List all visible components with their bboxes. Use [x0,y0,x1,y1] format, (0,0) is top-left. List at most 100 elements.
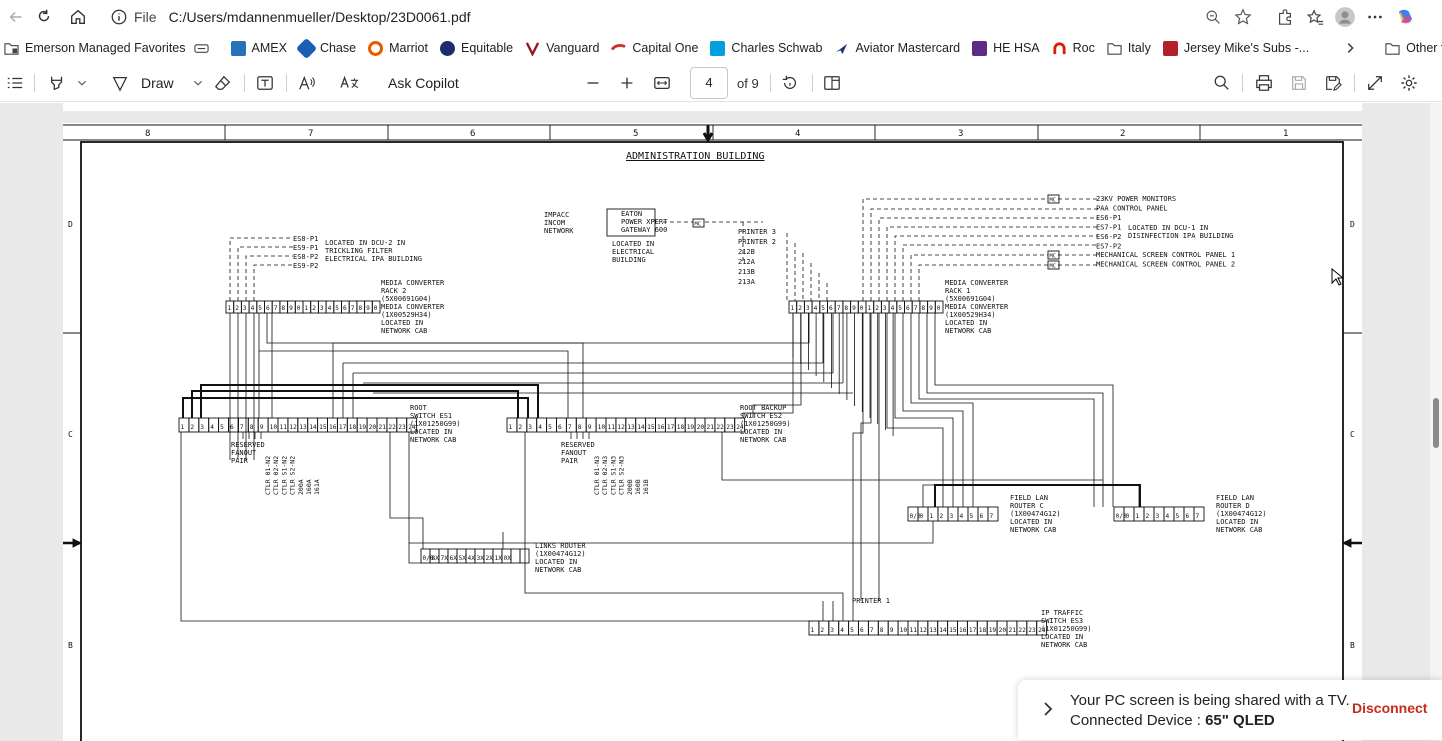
root-backup-label: NETWORK CAB [740,436,786,444]
connected-device: 65" QLED [1205,712,1275,729]
favorite-marriot[interactable]: Marriot [362,36,434,60]
pdf-viewer[interactable]: 87654321 DDCCBB ADMINISTRATION BUILDING … [0,103,1442,741]
copilot-icon[interactable] [1390,4,1420,30]
draw-button[interactable]: Draw [111,71,204,95]
read-aloud-icon [299,75,315,90]
es1-strip-num: 16 [329,424,337,431]
mc-tag-label: MC [1050,263,1056,269]
vertical-scrollbar[interactable] [1430,103,1442,741]
es3-strip-num: 2 [820,627,824,634]
settings-button[interactable] [1400,71,1418,95]
column-labels: 8 7 6 5 4 3 2 1 [145,129,1288,139]
favorite-schwab[interactable]: Charles Schwab [704,36,828,60]
print-button[interactable] [1255,71,1273,95]
read-aloud-button[interactable] [298,71,316,95]
scrollbar-thumb[interactable] [1433,398,1439,448]
schwab-icon [710,40,726,56]
url-field[interactable]: File C:/Users/mdannenmueller/Desktop/23D… [102,4,1260,30]
favorite-hsa[interactable]: HE HSA [966,36,1046,60]
es1-strip-num: 21 [379,424,387,431]
column-ticks [224,125,1201,140]
es6-note: LOCATED IN DCU-1 IN [1128,224,1208,232]
es3-strip-num: 10 [900,627,908,634]
browser-actions [1270,4,1420,30]
contents-button[interactable] [6,71,24,95]
save-button[interactable] [1290,71,1308,95]
notification-line2: Connected Device : [1070,712,1206,729]
contents-list-icon [7,77,23,89]
favorite-vanguard[interactable]: Vanguard [519,36,605,60]
root-backup-label: SWITCH ES2 [740,412,782,420]
more-menu-icon[interactable] [1360,4,1390,30]
page-number-input[interactable]: 4 [690,67,728,99]
es3-strip-num: 1 [811,627,815,634]
other-favorites[interactable]: Other favorites [1379,36,1442,60]
mc-rack2-label: (1X00529H34) [381,311,432,319]
info-icon[interactable] [110,8,128,26]
disconnect-button[interactable]: Disconnect [1352,700,1427,716]
favorite-capital-one[interactable]: Capital One [605,36,704,60]
favorite-amex[interactable]: AMEX [225,36,293,60]
fullscreen-button[interactable] [1366,71,1384,95]
home-button[interactable] [64,4,92,30]
favorite-star-icon[interactable] [1228,4,1258,30]
printer-label: PRINTER 2 [738,238,776,246]
pdf-page[interactable]: 87654321 DDCCBB ADMINISTRATION BUILDING … [63,123,1362,741]
es2-strip-num: 10 [598,424,606,431]
links-router-strip-num: 1X [495,555,503,562]
es8-note: ELECTRICAL IPA BUILDING [325,255,422,263]
save-as-button[interactable] [1324,71,1342,95]
find-button[interactable] [1213,71,1231,95]
reading-icon [193,43,209,53]
es2-strip-num: 6 [558,424,562,431]
links-router-strip-num: 4X [468,555,476,562]
rotate-button[interactable] [781,71,799,95]
zoom-out-button[interactable] [584,71,602,95]
es3-strip-num: 3 [830,627,834,634]
mc-rack1-strip-num: 7 [914,305,918,312]
mc-rack2-strip-num: 0 [374,305,378,312]
highlight-button[interactable] [48,71,88,95]
right-feed-label: ES7-P1 [1096,224,1121,232]
mc-rack1-strip-num: 8 [921,305,925,312]
extensions-icon[interactable] [1270,4,1300,30]
es1-strip-num: 6 [230,424,234,431]
refresh-button[interactable] [30,4,58,30]
zoom-out-icon[interactable] [1198,4,1228,30]
zoom-in-button[interactable] [618,71,636,95]
translate-button[interactable] [340,71,360,95]
favorite-equitable[interactable]: Equitable [434,36,519,60]
wiring [180,313,1140,622]
mc-rack1-strip-num: 1 [868,305,872,312]
ask-copilot-button[interactable]: Ask Copilot [388,71,459,95]
favorites-icon[interactable] [1300,4,1330,30]
es2-strip-num: 14 [637,424,645,431]
equitable-icon [439,40,455,56]
favorite-aviator[interactable]: Aviator Mastercard [828,36,966,60]
es2-port-label: 161B [642,479,650,495]
router-c-label: ROUTER C [1010,502,1044,510]
right-feed-label: ES6-P1 [1096,214,1121,222]
page-view-button[interactable] [823,71,841,95]
erase-button[interactable] [214,71,232,95]
router-c-label: NETWORK CAB [1010,526,1056,534]
favorites-overflow-button[interactable] [1337,36,1363,60]
translate-icon [340,75,359,89]
draw-pen-icon [112,76,128,92]
favorite-jersey-mikes[interactable]: Jersey Mike's Subs -... [1157,36,1315,60]
favorite-roc[interactable]: Roc [1046,36,1101,60]
favorite-chase[interactable]: Chase [293,36,362,60]
profile-avatar[interactable] [1330,4,1360,30]
es8-label: ES9-P1 [293,244,318,252]
root-backup-label: (1X01250G99) [740,420,791,428]
fit-page-button[interactable] [653,71,671,95]
text-box-button[interactable] [256,71,274,95]
favorite-label: Marriot [389,41,428,55]
back-button[interactable] [2,4,30,30]
mc-rack1-strip-num: 6 [829,305,833,312]
chevron-right-icon[interactable] [1040,700,1056,718]
favorite-italy[interactable]: Italy [1101,36,1157,60]
marriott-icon [368,40,384,56]
favorite-reading[interactable] [192,36,225,60]
favorite-emerson[interactable]: Emerson Managed Favorites [0,36,192,60]
